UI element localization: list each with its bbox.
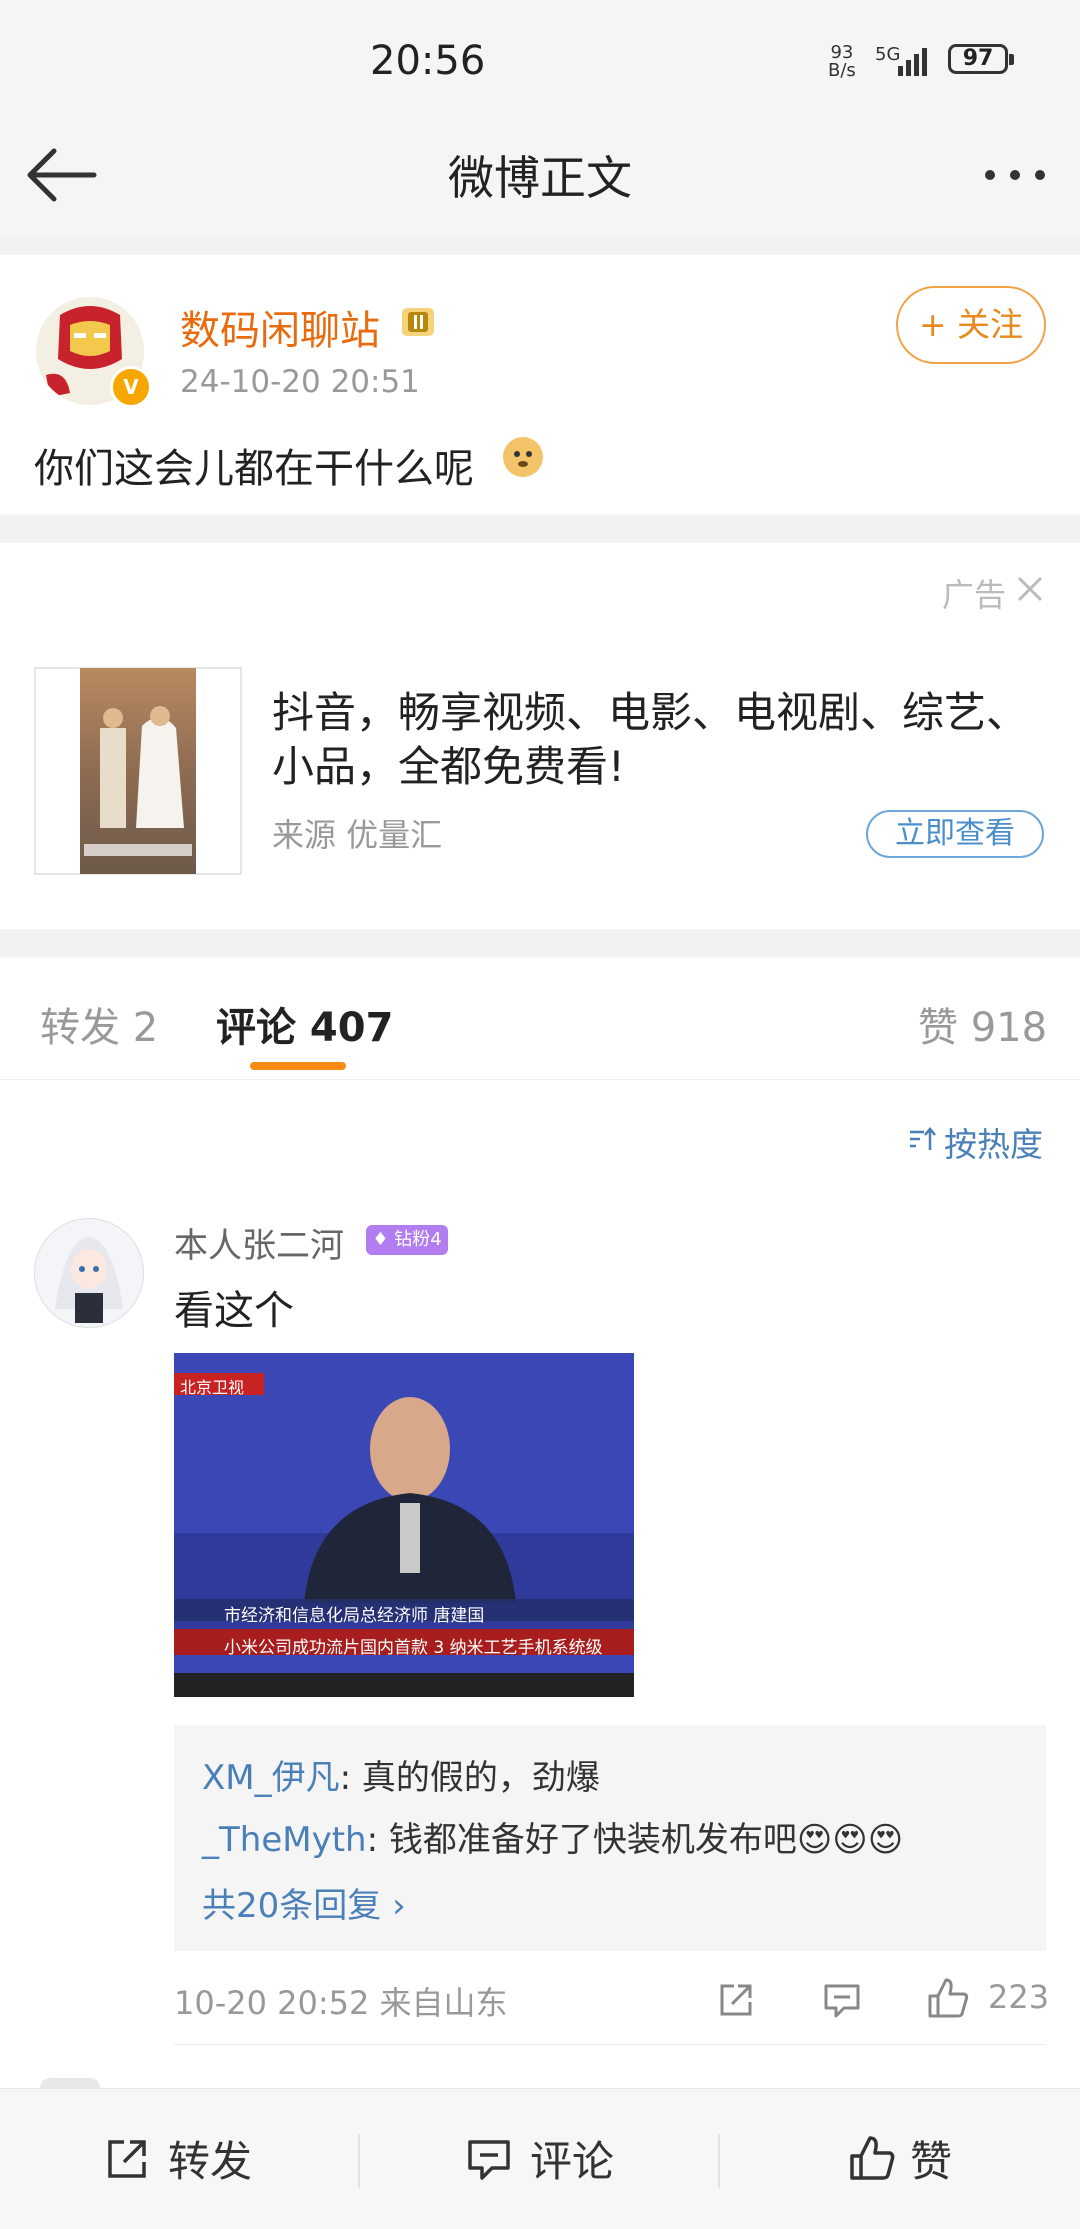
post-time: 24-10-20 20:51: [180, 364, 420, 400]
comment-text: 看这个: [174, 1288, 294, 1334]
divider: [358, 2134, 360, 2188]
ad-source: 来源 优量汇: [272, 816, 443, 854]
tab-comment[interactable]: 评论 407: [216, 995, 393, 1053]
share-icon[interactable]: [716, 1980, 756, 2020]
follow-button[interactable]: + 关注: [896, 286, 1046, 364]
battery-tip: [1009, 54, 1014, 65]
post-text: 你们这会儿都在干什么呢: [34, 446, 474, 492]
comment-button[interactable]: 评论: [530, 2128, 614, 2189]
net-speed-unit: B/s: [828, 60, 856, 81]
close-icon[interactable]: [1016, 575, 1044, 603]
reply-text: : 真的假的，劲爆: [339, 1758, 600, 1798]
reply-item[interactable]: XM_伊凡: 真的假的，劲爆: [202, 1750, 600, 1799]
author-name[interactable]: 数码闲聊站: [180, 298, 380, 356]
reply-text: : 钱都准备好了快装机发布吧😍😍😍: [366, 1820, 904, 1860]
doge-emoji-icon: [503, 437, 543, 477]
comment-like-count: 223: [988, 1978, 1050, 2016]
reply-user[interactable]: _TheMyth: [202, 1820, 367, 1860]
reply-item[interactable]: _TheMyth: 钱都准备好了快装机发布吧😍😍😍: [202, 1812, 903, 1861]
battery-icon: 97: [948, 44, 1008, 74]
tab-like[interactable]: 赞 918: [918, 995, 1047, 1053]
anime-avatar-image: [35, 1219, 143, 1327]
verified-badge: V: [110, 366, 152, 408]
like-button[interactable]: 赞: [910, 2128, 952, 2189]
next-comment-avatar-peek: [40, 2078, 100, 2088]
commenter-avatar[interactable]: [34, 1218, 144, 1328]
comment-icon[interactable]: [466, 2136, 512, 2182]
ad-label: 广告: [942, 576, 1007, 614]
like-icon[interactable]: [926, 1976, 970, 2020]
repost-button[interactable]: 转发: [168, 2128, 252, 2189]
vip-level-icon: [402, 308, 434, 336]
more-icon[interactable]: [980, 145, 1050, 205]
tv-channel-logo: 北京卫视: [180, 1378, 245, 1397]
divider: [718, 2134, 720, 2188]
page-title: 微博正文: [448, 151, 632, 205]
tab-active-indicator: [250, 1062, 346, 1070]
image-caption-name: 市经济和信息化局总经济师 唐建国: [224, 1606, 485, 1626]
ad-view-now-button[interactable]: 立即查看: [866, 810, 1044, 858]
net-speed: 93 B/s: [828, 44, 856, 80]
fan-level-badge: ♦ 钻粉4: [366, 1225, 448, 1255]
status-time: 20:56: [370, 38, 486, 84]
comment-image[interactable]: 北京卫视 市经济和信息化局总经济师 唐建国 小米公司成功流片国内首款 3 纳米工…: [174, 1353, 634, 1697]
signal-icon: [898, 48, 927, 76]
tab-repost[interactable]: 转发 2: [40, 995, 158, 1053]
divider: [174, 2044, 1046, 2045]
comment-meta: 10-20 20:52 来自山东: [174, 1984, 508, 2022]
like-icon[interactable]: [848, 2134, 896, 2182]
commenter-name[interactable]: 本人张二河: [174, 1218, 344, 1267]
reply-user[interactable]: XM_伊凡: [202, 1758, 340, 1798]
comment-icon[interactable]: [822, 1980, 862, 2020]
image-caption-headline: 小米公司成功流片国内首款 3 纳米工艺手机系统级: [224, 1638, 603, 1658]
sort-by-hot-button[interactable]: 按热度: [944, 1118, 1043, 1166]
more-replies-link[interactable]: 共20条回复 ›: [202, 1878, 406, 1927]
repost-icon[interactable]: [104, 2136, 150, 2182]
ad-title[interactable]: 抖音，畅享视频、电影、电视剧、综艺、小品，全都免费看!: [272, 686, 1032, 794]
ad-image[interactable]: [80, 668, 196, 874]
fan-level-text: 钻粉4: [394, 1229, 442, 1250]
sort-icon[interactable]: [908, 1124, 936, 1154]
